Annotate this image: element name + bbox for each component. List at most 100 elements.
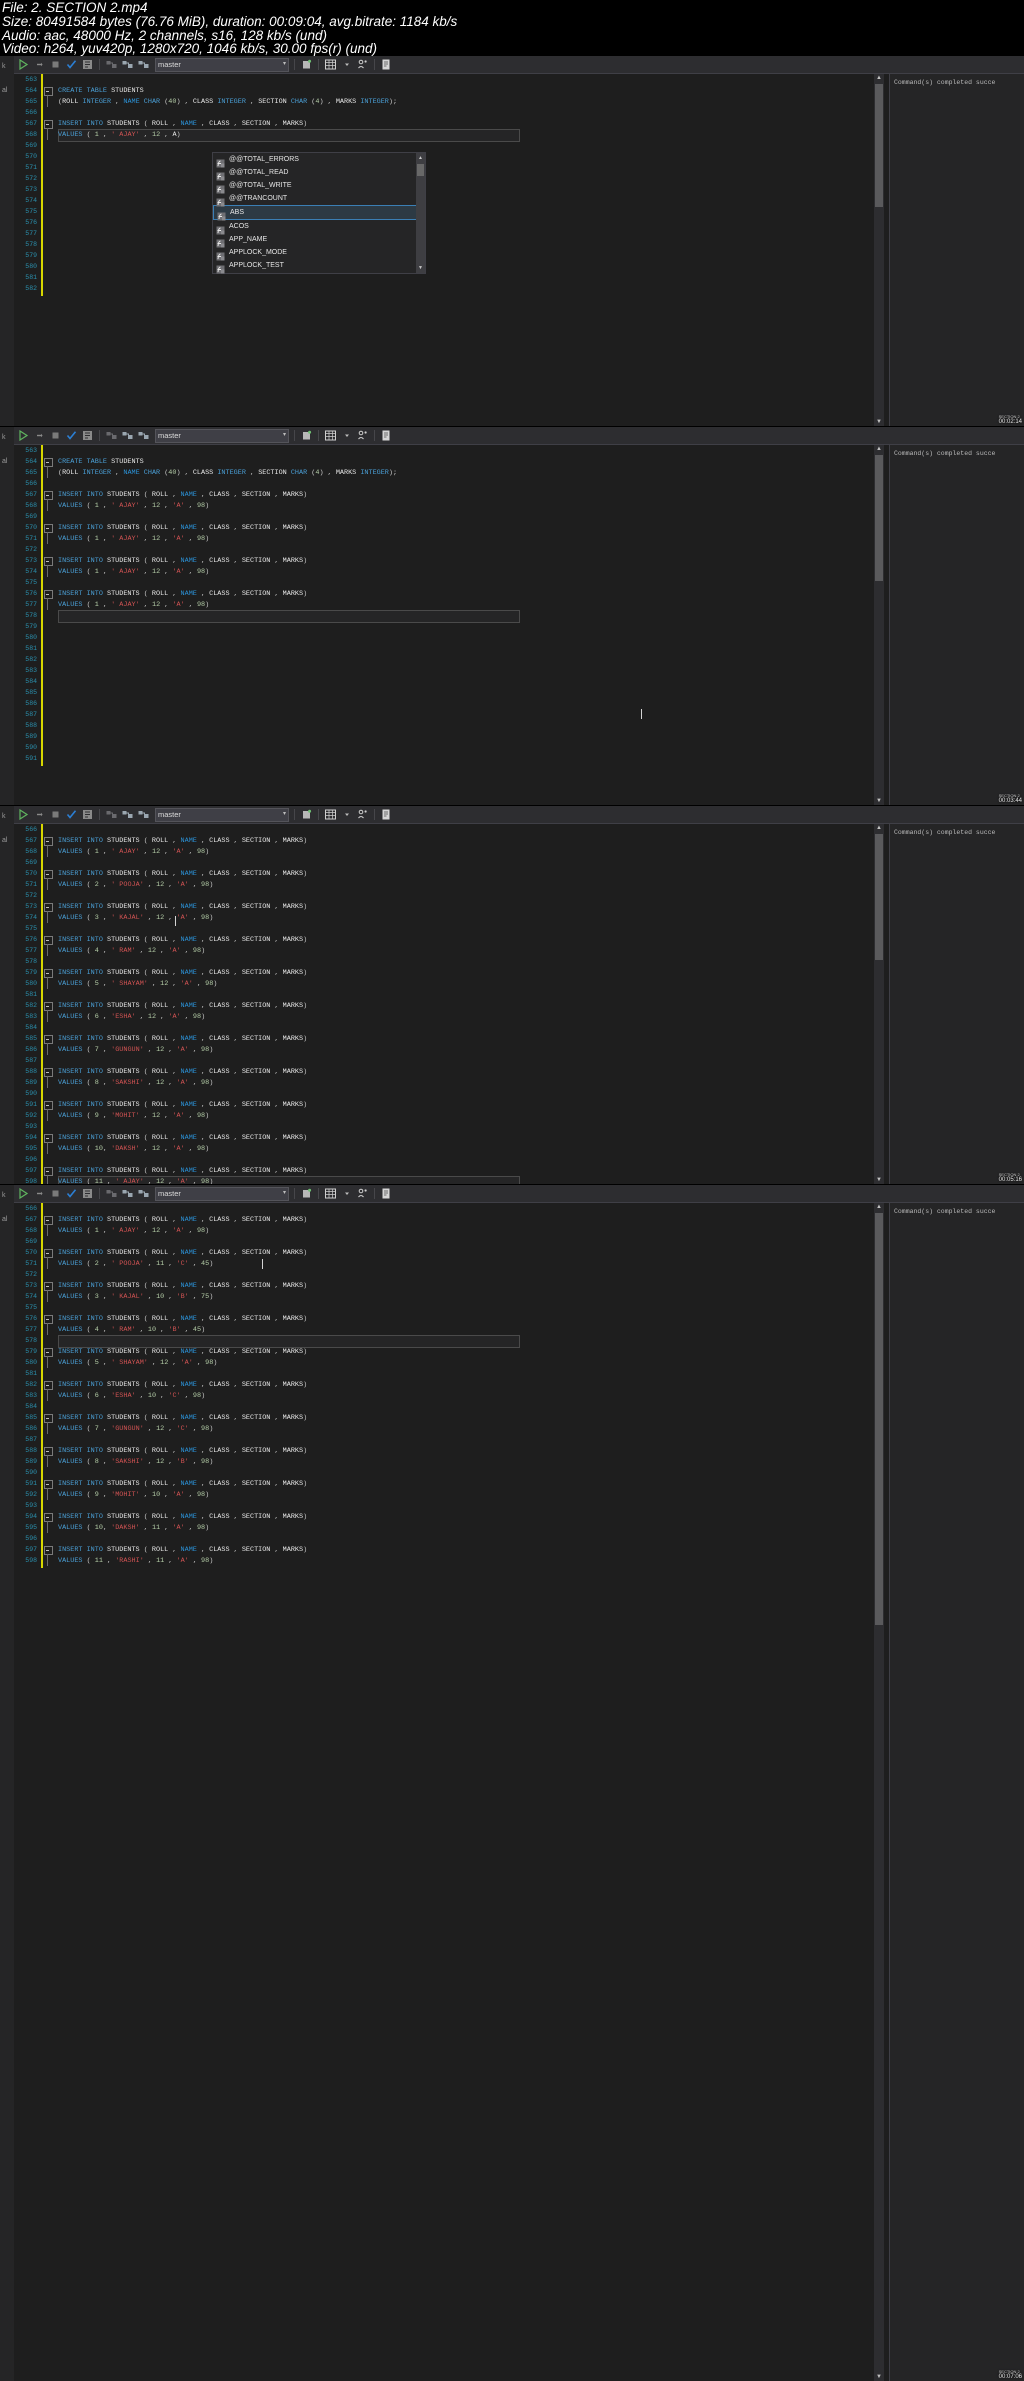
scroll-thumb[interactable] [875, 84, 883, 208]
fold-toggle-icon[interactable] [44, 87, 53, 96]
results-to-grid-icon[interactable] [324, 429, 337, 442]
code-line[interactable]: VALUES ( 5 , ' SHAYAM' , 12 , 'A' , 98) [58, 1358, 217, 1369]
code-line[interactable]: INSERT INTO STUDENTS ( ROLL , NAME , CLA… [58, 869, 307, 880]
code-line[interactable]: VALUES ( 10, 'DAKSH' , 11 , 'A' , 98) [58, 1523, 209, 1534]
code-line[interactable]: VALUES ( 6 , 'ESHA' , 12 , 'A' , 98) [58, 1012, 205, 1023]
include-live-plan-icon[interactable] [137, 808, 150, 821]
scroll-down-icon[interactable]: ▼ [875, 1176, 883, 1184]
code-line[interactable]: INSERT INTO STUDENTS ( ROLL , NAME , CLA… [58, 490, 307, 501]
results-pane[interactable]: Command(s) completed succe [889, 824, 1024, 1184]
code-line[interactable]: VALUES ( 4 , ' RAM' , 10 , 'B' , 45) [58, 1325, 205, 1336]
code-folding-column[interactable] [44, 824, 56, 1184]
code-line[interactable]: INSERT INTO STUDENTS ( ROLL , NAME , CLA… [58, 1166, 307, 1177]
autocomplete-item[interactable]: ACOS [213, 220, 425, 235]
code-line[interactable]: VALUES ( 3 , ' KAJAL' , 10 , 'B' , 75) [58, 1292, 213, 1303]
chevron-down-icon[interactable]: ▾ [283, 1189, 286, 1198]
database-selector[interactable]: master ▾ [155, 1186, 289, 1201]
display-estimated-plan-icon[interactable] [81, 58, 94, 71]
stop-icon[interactable] [49, 429, 62, 442]
include-client-statistics-icon[interactable] [121, 808, 134, 821]
code-line[interactable]: VALUES ( 11 , 'RASHI' , 11 , 'A' , 98) [58, 1556, 213, 1567]
code-line[interactable]: INSERT INTO STUDENTS ( ROLL , NAME , CLA… [58, 119, 307, 130]
code-line[interactable]: VALUES ( 1 , ' AJAY' , 12 , 'A' , 98) [58, 501, 209, 512]
stop-icon[interactable] [49, 58, 62, 71]
code-line[interactable]: INSERT INTO STUDENTS ( ROLL , NAME , CLA… [58, 836, 307, 847]
execute-icon[interactable] [17, 1187, 30, 1200]
scroll-down-icon[interactable]: ▼ [875, 797, 883, 805]
include-client-statistics-icon[interactable] [121, 58, 134, 71]
fold-toggle-icon[interactable] [44, 1216, 53, 1225]
debug-icon[interactable] [33, 1187, 46, 1200]
debug-icon[interactable] [33, 808, 46, 821]
fold-toggle-icon[interactable] [44, 1348, 53, 1357]
scroll-thumb[interactable] [417, 164, 424, 176]
sql-editor[interactable]: 563 564 565 566 567 568 569 570 571 572 573 574 575 5… [14, 445, 832, 805]
fold-toggle-icon[interactable] [44, 1480, 53, 1489]
code-content[interactable]: CREATE TABLE STUDENTS (ROLL INTEGER , NAM… [58, 445, 832, 805]
fold-toggle-icon[interactable] [44, 936, 53, 945]
code-line[interactable]: INSERT INTO STUDENTS ( ROLL , NAME , CLA… [58, 1413, 307, 1424]
include-live-plan-icon[interactable] [137, 58, 150, 71]
code-line[interactable]: INSERT INTO STUDENTS ( ROLL , NAME , CLA… [58, 1314, 307, 1325]
scroll-up-icon[interactable]: ▲ [417, 154, 424, 162]
code-line[interactable]: VALUES ( 1 , ' AJAY' , 12 , 'A' , 98) [58, 600, 209, 611]
scroll-thumb[interactable] [875, 834, 883, 960]
code-folding-column[interactable] [44, 74, 56, 426]
code-line[interactable]: INSERT INTO STUDENTS ( ROLL , NAME , CLA… [58, 1281, 307, 1292]
fold-toggle-icon[interactable] [44, 1447, 53, 1456]
scroll-down-icon[interactable]: ▼ [417, 264, 424, 272]
include-actual-plan-icon[interactable] [105, 58, 118, 71]
code-line[interactable]: VALUES ( 3 , ' KAJAL' , 12 , 'A' , 98) [58, 913, 213, 924]
code-line[interactable]: CREATE TABLE STUDENTS [58, 86, 144, 97]
fold-toggle-icon[interactable] [44, 458, 53, 467]
chevron-down-icon[interactable]: ▾ [283, 810, 286, 819]
code-line[interactable]: INSERT INTO STUDENTS ( ROLL , NAME , CLA… [58, 1133, 307, 1144]
results-to-text-icon[interactable] [356, 1187, 369, 1200]
results-to-file-icon[interactable] [300, 808, 313, 821]
parse-check-icon[interactable] [65, 58, 78, 71]
code-line[interactable]: VALUES ( 1 , ' AJAY' , 12 , 'A' , 98) [58, 567, 209, 578]
object-explorer-strip[interactable]: k al [0, 1185, 15, 2381]
database-selector[interactable]: master ▾ [155, 428, 289, 443]
code-line[interactable]: VALUES ( 7 , 'GUNGUN' , 12 , 'C' , 98) [58, 1424, 213, 1435]
fold-toggle-icon[interactable] [44, 903, 53, 912]
code-line[interactable]: VALUES ( 9 , 'MOHIT' , 12 , 'A' , 98) [58, 1111, 209, 1122]
code-line[interactable]: INSERT INTO STUDENTS ( ROLL , NAME , CLA… [58, 1100, 307, 1111]
code-folding-column[interactable] [44, 445, 56, 805]
autocomplete-item[interactable]: APP_NAME [213, 233, 425, 248]
fold-toggle-icon[interactable] [44, 1068, 53, 1077]
fold-toggle-icon[interactable] [44, 120, 53, 129]
code-line[interactable]: INSERT INTO STUDENTS ( ROLL , NAME , CLA… [58, 1512, 307, 1523]
results-to-text-icon[interactable] [356, 58, 369, 71]
comment-icon[interactable] [380, 808, 393, 821]
autocomplete-item[interactable]: @@TOTAL_WRITE [213, 179, 425, 194]
code-folding-column[interactable] [44, 1203, 56, 2381]
chevron-down-icon[interactable] [340, 1187, 353, 1200]
code-line[interactable]: VALUES ( 2 , ' POOJA' , 11 , 'C' , 45) [58, 1259, 213, 1270]
code-line[interactable]: INSERT INTO STUDENTS ( ROLL , NAME , CLA… [58, 1067, 307, 1078]
results-pane[interactable]: Command(s) completed succe [889, 445, 1024, 805]
code-line[interactable]: INSERT INTO STUDENTS ( ROLL , NAME , CLA… [58, 523, 307, 534]
code-line[interactable]: INSERT INTO STUDENTS ( ROLL , NAME , CLA… [58, 935, 307, 946]
fold-toggle-icon[interactable] [44, 1414, 53, 1423]
code-line[interactable]: INSERT INTO STUDENTS ( ROLL , NAME , CLA… [58, 1034, 307, 1045]
autocomplete-item[interactable]: @@TOTAL_READ [213, 166, 425, 181]
scroll-up-icon[interactable]: ▲ [875, 824, 883, 832]
code-line[interactable]: VALUES ( 1 , ' AJAY' , 12 , 'A' , 98) [58, 1226, 209, 1237]
code-line[interactable]: VALUES ( 11 , ' AJAY' , 12 , 'A' , 98) [58, 1177, 213, 1184]
code-line[interactable]: INSERT INTO STUDENTS ( ROLL , NAME , CLA… [58, 1215, 307, 1226]
code-line[interactable]: VALUES ( 9 , 'MOHIT' , 10 , 'A' , 98) [58, 1490, 209, 1501]
fold-toggle-icon[interactable] [44, 1035, 53, 1044]
code-content[interactable]: INSERT INTO STUDENTS ( ROLL , NAME , CLA… [58, 1203, 832, 2381]
fold-toggle-icon[interactable] [44, 1513, 53, 1522]
include-live-plan-icon[interactable] [137, 1187, 150, 1200]
display-estimated-plan-icon[interactable] [81, 808, 94, 821]
code-line[interactable]: VALUES ( 1 , ' AJAY' , 12 , A) [58, 130, 181, 141]
autocomplete-item[interactable]: APPLOCK_MODE [213, 246, 425, 261]
debug-icon[interactable] [33, 429, 46, 442]
chevron-down-icon[interactable]: ▾ [283, 60, 286, 69]
code-content[interactable]: INSERT INTO STUDENTS ( ROLL , NAME , CLA… [58, 824, 832, 1184]
code-line[interactable]: INSERT INTO STUDENTS ( ROLL , NAME , CLA… [58, 1446, 307, 1457]
code-line[interactable]: INSERT INTO STUDENTS ( ROLL , NAME , CLA… [58, 1545, 307, 1556]
results-to-file-icon[interactable] [300, 58, 313, 71]
